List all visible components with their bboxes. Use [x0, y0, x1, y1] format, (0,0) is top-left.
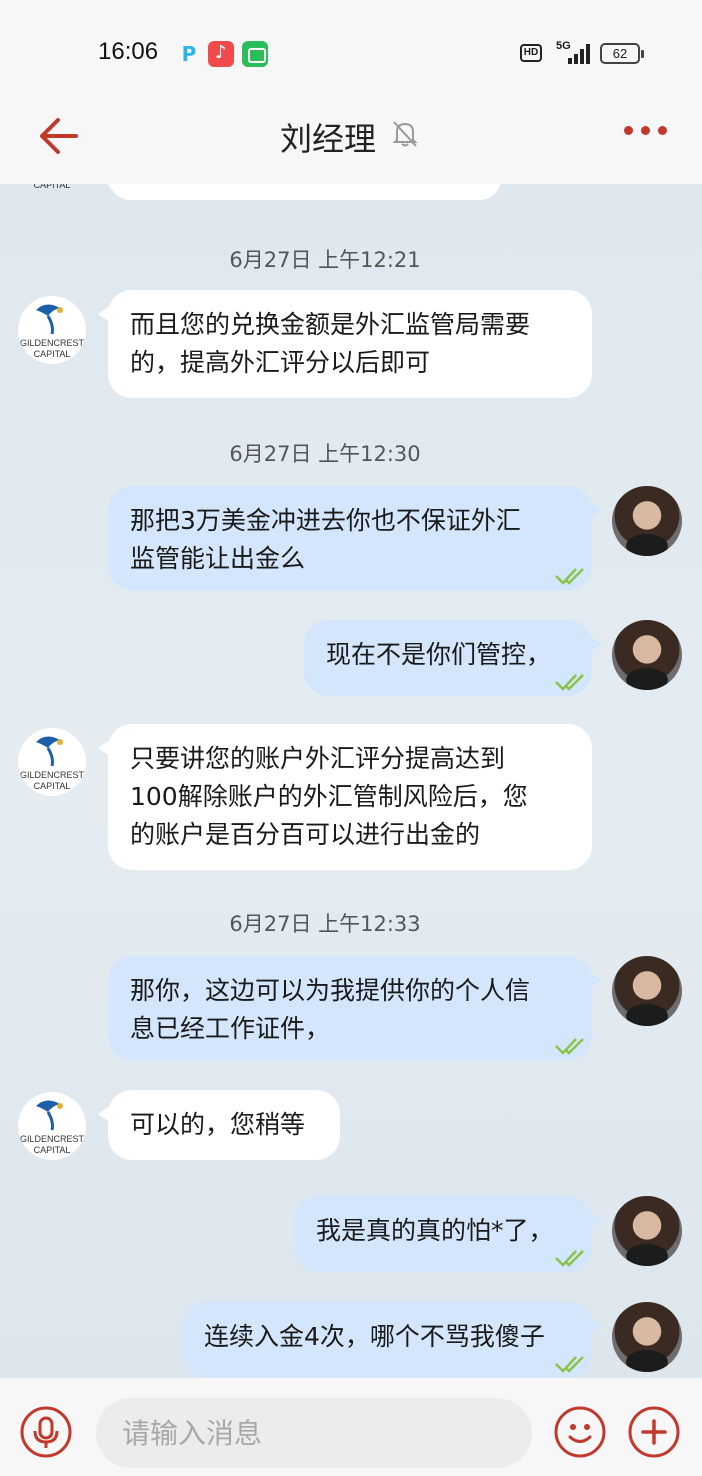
- timestamp: 6月27日 上午12:33: [229, 912, 421, 936]
- message-bubble-outgoing[interactable]: 我是真的真的怕*了，: [294, 1196, 602, 1272]
- emoji-icon[interactable]: [554, 1406, 606, 1458]
- company-avatar[interactable]: GILDENCREST CAPITAL: [18, 296, 86, 364]
- company-avatar[interactable]: GILDENCREST CAPITAL: [18, 728, 86, 796]
- user-avatar[interactable]: [612, 1302, 682, 1372]
- message-input[interactable]: [96, 1398, 532, 1468]
- user-avatar[interactable]: [612, 1196, 682, 1266]
- read-ticks-icon: [555, 1250, 584, 1267]
- message-bubble-outgoing[interactable]: 那你，这边可以为我提供你的个人信 息已经工作证件，: [108, 956, 602, 1060]
- microphone-icon[interactable]: [20, 1406, 72, 1458]
- message-bubble-incoming[interactable]: 可以的，您稍等: [98, 1090, 340, 1160]
- company-avatar[interactable]: GILDENCREST CAPITAL: [18, 1092, 86, 1160]
- messages-app-icon: [242, 41, 268, 67]
- message-bubble-outgoing[interactable]: 现在不是你们管控，: [304, 620, 602, 696]
- timestamp: 6月27日 上午12:30: [229, 442, 421, 466]
- user-avatar[interactable]: [612, 486, 682, 556]
- chat-title: 刘经理: [280, 120, 377, 158]
- more-dots-icon[interactable]: [624, 124, 668, 138]
- message-bubble-incoming[interactable]: 而且您的兑换金额是外汇监管局需要 的，提高外汇评分以后即可: [98, 290, 592, 398]
- company-avatar-partial: CAPITAL: [33, 184, 71, 190]
- bird-logo-icon: [36, 304, 63, 335]
- plus-icon[interactable]: [628, 1406, 680, 1458]
- bird-logo-icon: [36, 736, 63, 767]
- read-ticks-icon: [555, 1038, 584, 1055]
- read-ticks-icon: [555, 568, 584, 585]
- signal-icon: [568, 44, 590, 64]
- read-ticks-icon: [555, 1356, 584, 1373]
- bird-logo-icon: [36, 1100, 63, 1131]
- message-bubble-partial: [98, 184, 502, 200]
- battery-icon: 62: [600, 43, 644, 64]
- read-ticks-icon: [555, 674, 584, 691]
- message-bubble-outgoing[interactable]: 那把3万美金冲进去你也不保证外汇 监管能让出金么: [108, 486, 602, 590]
- message-bubble-incoming[interactable]: 只要讲您的账户外汇评分提高达到 100解除账户的外汇管制风险后，您 的账户是百分…: [98, 724, 592, 870]
- timestamp: 6月27日 上午12:21: [229, 248, 421, 272]
- music-app-icon: [208, 41, 234, 67]
- message-bubble-outgoing[interactable]: 连续入金4次，哪个不骂我傻子: [182, 1302, 602, 1378]
- mute-bell-icon: [392, 121, 418, 147]
- chat-header: 刘经理: [0, 100, 702, 184]
- chat-messages[interactable]: CAPITAL 6月27日 上午12:21 GILDENCREST CAPITA…: [0, 184, 702, 1378]
- status-bar: 16:06 P HD 5G 62: [0, 0, 702, 100]
- back-arrow-icon[interactable]: [36, 114, 80, 158]
- p-app-icon: P: [181, 42, 197, 66]
- user-avatar[interactable]: [612, 956, 682, 1026]
- status-time: 16:06: [98, 38, 159, 65]
- user-avatar[interactable]: [612, 620, 682, 690]
- hd-icon: HD: [520, 44, 542, 62]
- message-input-bar: [0, 1378, 702, 1476]
